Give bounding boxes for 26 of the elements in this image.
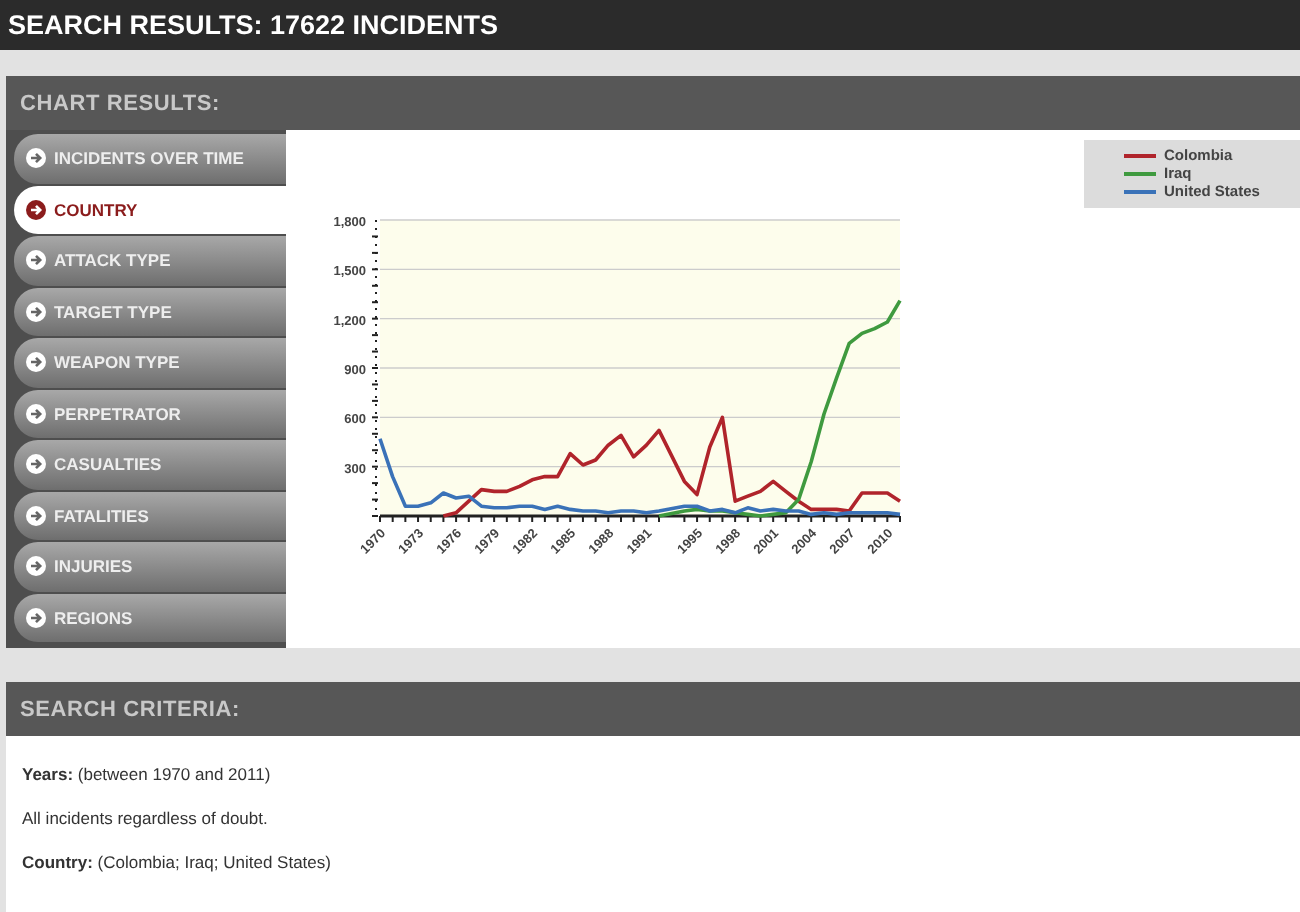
arrow-icon (26, 556, 46, 577)
menu-item[interactable]: TARGET TYPE (14, 287, 286, 336)
criteria-text: Country: (Colombia; Iraq; United States) (22, 852, 333, 872)
criteria-text: All incidents regardless of doubt. (22, 808, 270, 828)
arrow-icon (26, 352, 46, 373)
arrow-icon (26, 454, 46, 475)
menu-item[interactable]: FATALITIES (14, 491, 286, 540)
menu-item[interactable]: PERPETRATOR (14, 389, 286, 438)
arrow-icon (26, 199, 46, 220)
menu-item[interactable]: ATTACK TYPE (14, 236, 286, 285)
arrow-icon (26, 403, 46, 424)
menu-item[interactable]: INJURIES (14, 542, 286, 591)
arrow-icon (26, 607, 46, 628)
menu-item[interactable]: INCIDENTS OVER TIME (14, 134, 286, 183)
criteria-text: Years: (between 1970 and 2011) (22, 764, 273, 784)
panel-title: CHART RESULTS: (20, 91, 220, 115)
menu-item[interactable]: CASUALTIES (14, 440, 286, 489)
arrow-icon (26, 505, 46, 526)
panel-title: SEARCH CRITERIA: (20, 697, 240, 721)
page-title: SEARCH RESULTS: 17622 INCIDENTS (8, 10, 499, 40)
menu-item[interactable]: WEAPON TYPE (14, 338, 286, 387)
arrow-icon (26, 250, 46, 271)
menu-item[interactable]: COUNTRY (14, 185, 286, 234)
arrow-icon (26, 148, 46, 169)
arrow-icon (26, 301, 46, 322)
menu-item[interactable]: REGIONS (14, 593, 286, 642)
